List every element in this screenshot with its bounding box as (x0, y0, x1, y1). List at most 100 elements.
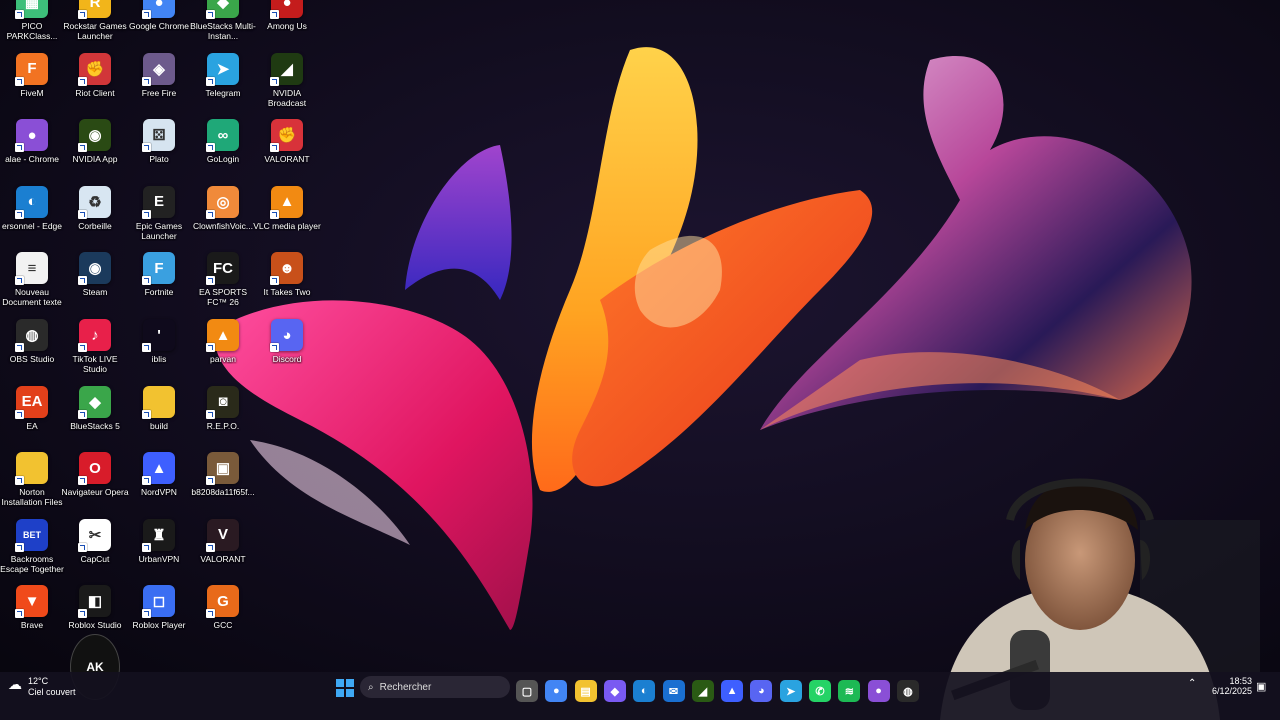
whatsapp-icon[interactable]: ✆ (809, 680, 831, 702)
nordvpn-icon[interactable]: ▲ (721, 680, 744, 702)
system-clock[interactable]: 18:53 6/12/2025 (1210, 676, 1252, 696)
desktop-icon-label: ersonnel - Edge (1, 220, 62, 231)
desktop-icon-label: Epic Games Launcher (135, 220, 183, 241)
outlook-icon[interactable]: ✉ (662, 680, 685, 702)
clock-date: 6/12/2025 (1211, 686, 1252, 696)
search-input[interactable]: ⌕ Rechercher (360, 676, 510, 698)
notification-icon[interactable]: ▣ (1256, 680, 1266, 693)
search-icon: ⌕ (368, 681, 374, 693)
desktop-icon[interactable]: EA EA (0, 385, 64, 452)
tray-chevron-icon[interactable]: ⌃ (1188, 678, 1196, 689)
steam-icon: ◉ (78, 252, 111, 286)
plato-icon: ⚄ (142, 119, 175, 153)
start-button[interactable] (336, 679, 354, 697)
desktop-icon[interactable]: ≡ Nouveau Document texte (0, 252, 64, 318)
desktop-icon[interactable]: ◙ R.E.P.O. (191, 385, 255, 452)
shortcut-arrow-icon (142, 409, 151, 419)
desktop-icon-label: GCC (213, 620, 233, 631)
clownfish-icon: ◎ (206, 185, 239, 219)
desktop-icon-label: OBS Studio (9, 354, 55, 364)
desktop-icon[interactable]: O Navigateur Opera (61, 452, 129, 518)
desktop-icon[interactable]: ◻ Roblox Player (127, 585, 191, 651)
desktop-icon[interactable]: ◉ Steam (63, 252, 127, 318)
desktop-icon[interactable]: ◆ BlueStacks Multi-Instan... (190, 0, 256, 52)
shortcut-arrow-icon (270, 343, 279, 352)
desktop-icon[interactable]: ▲ VLC media player (253, 185, 321, 252)
desktop-icon[interactable]: ✊ Riot Client (63, 52, 127, 119)
desktop-icon[interactable]: ● alae - Chrome (0, 119, 64, 185)
roblox-studio-icon: ◧ (78, 585, 111, 619)
desktop-icon[interactable]: E Epic Games Launcher (127, 185, 191, 252)
desktop-icon[interactable]: ▲ parvan (191, 319, 255, 385)
desktop-icon[interactable]: ◉ NVIDIA App (63, 119, 127, 185)
obs-icon[interactable]: ◍ (896, 680, 919, 702)
desktop-icon[interactable]: F Fortnite (127, 252, 191, 318)
desktop-icon-label: Norton Installation Files (1, 487, 63, 508)
desktop-icon[interactable]: ♻ Corbeille (63, 185, 127, 252)
desktop-icon[interactable]: ∞ GoLogin (191, 119, 255, 185)
desktop-icon[interactable]: ◕ Discord (255, 319, 319, 385)
desktop-icon[interactable]: ◎ ClownfishVoic... (191, 185, 255, 252)
desktop-icon-label: GoLogin (206, 154, 240, 165)
it-takes-two-icon: ☻ (270, 252, 303, 286)
fivem-icon: F (15, 52, 48, 86)
desktop-icon[interactable]: V VALORANT (191, 518, 255, 585)
desktop-icon[interactable]: build (127, 385, 191, 452)
desktop-icon-label: VALORANT (200, 553, 246, 564)
desktop-icon[interactable]: ☻ It Takes Two (255, 252, 319, 318)
free-fire-icon: ◈ (142, 52, 175, 86)
shortcut-arrow-icon (78, 409, 87, 419)
desktop-icon-label: Fortnite (144, 287, 174, 298)
desktop-icon-label: Navigateur Opera (61, 487, 129, 498)
desktop-icon[interactable]: ● Among Us (255, 0, 319, 52)
desktop-icon[interactable]: ◈ Free Fire (127, 52, 191, 119)
desktop-icon[interactable]: F FiveM (0, 52, 64, 119)
edge-icon[interactable]: ◐ (633, 680, 656, 702)
copilot-icon[interactable]: ◆ (603, 680, 626, 702)
desktop-icon[interactable]: ➤ Telegram (191, 52, 255, 119)
desktop-icon[interactable]: ✊ VALORANT (255, 119, 319, 185)
shortcut-arrow-icon (206, 476, 215, 486)
desktop-icon[interactable]: ◆ BlueStacks 5 (63, 385, 127, 452)
desktop-icon[interactable]: FC EA SPORTS FC™ 26 (191, 252, 255, 318)
spotify-icon[interactable]: ≋ (838, 680, 861, 702)
desktop-icon[interactable]: ▦ PICO PARKClass... (0, 0, 64, 52)
desktop-icon[interactable]: BET Backrooms Escape Together (0, 518, 64, 585)
desktop-icon[interactable]: ◐ ersonnel - Edge (0, 185, 64, 252)
desktop-icon[interactable]: ✂ CapCut (63, 518, 127, 585)
iblis-icon: ' (142, 319, 175, 352)
image-file-icon: ▣ (206, 452, 239, 486)
desktop-icon[interactable]: ◍ OBS Studio (0, 319, 64, 385)
text-document-icon: ≡ (15, 252, 48, 286)
desktop-icon[interactable]: G GCC (191, 585, 255, 651)
shortcut-arrow-icon (78, 476, 87, 486)
desktop-icon-grid: ▦ PICO PARKClass... R Rockstar Games Launch… (0, 0, 330, 670)
chrome-icon[interactable]: ● (545, 680, 568, 702)
shortcut-arrow-icon (15, 609, 24, 619)
desktop-icon[interactable]: ' iblis (127, 319, 191, 385)
nvidia-icon[interactable]: ◢ (691, 680, 714, 702)
desktop-icon[interactable]: Norton Installation Files (0, 452, 64, 518)
nordvpn-icon: ▲ (142, 452, 175, 486)
telegram-icon[interactable]: ➤ (779, 680, 802, 702)
chrome-profile-icon[interactable]: ● (867, 680, 890, 702)
desktop-icon[interactable]: ● Google Chrome (127, 0, 191, 52)
repo-icon: ◙ (206, 385, 239, 419)
desktop-icon-label: TikTok LIVE Studio (72, 354, 118, 374)
desktop-icon[interactable]: ♜ UrbanVPN (127, 518, 191, 585)
task-view-icon[interactable]: ▢ (516, 680, 538, 702)
desktop-icon[interactable]: ⚄ Plato (127, 119, 191, 185)
desktop-icon[interactable]: ▣ b8208da11f65f... (191, 452, 255, 518)
desktop-icon[interactable]: R Rockstar Games Launcher (63, 0, 127, 52)
desktop-icon[interactable]: ▼ Brave (0, 585, 64, 651)
desktop-icon[interactable]: ♪ TikTok LIVE Studio (63, 319, 127, 385)
desktop-icon-label: BlueStacks Multi-Instan... (190, 21, 256, 41)
bluestacks-icon: ◆ (78, 385, 111, 419)
opera-icon: O (78, 452, 111, 486)
discord-icon[interactable]: ◕ (750, 680, 773, 702)
desktop-icon[interactable]: ◢ NVIDIA Broadcast (255, 52, 319, 119)
parvan-icon: ▲ (206, 319, 239, 352)
file-explorer-icon[interactable]: ▤ (574, 680, 597, 702)
weather-widget[interactable]: ☁ 12°C Ciel couvert (8, 676, 76, 698)
desktop-icon[interactable]: ▲ NordVPN (127, 452, 191, 518)
